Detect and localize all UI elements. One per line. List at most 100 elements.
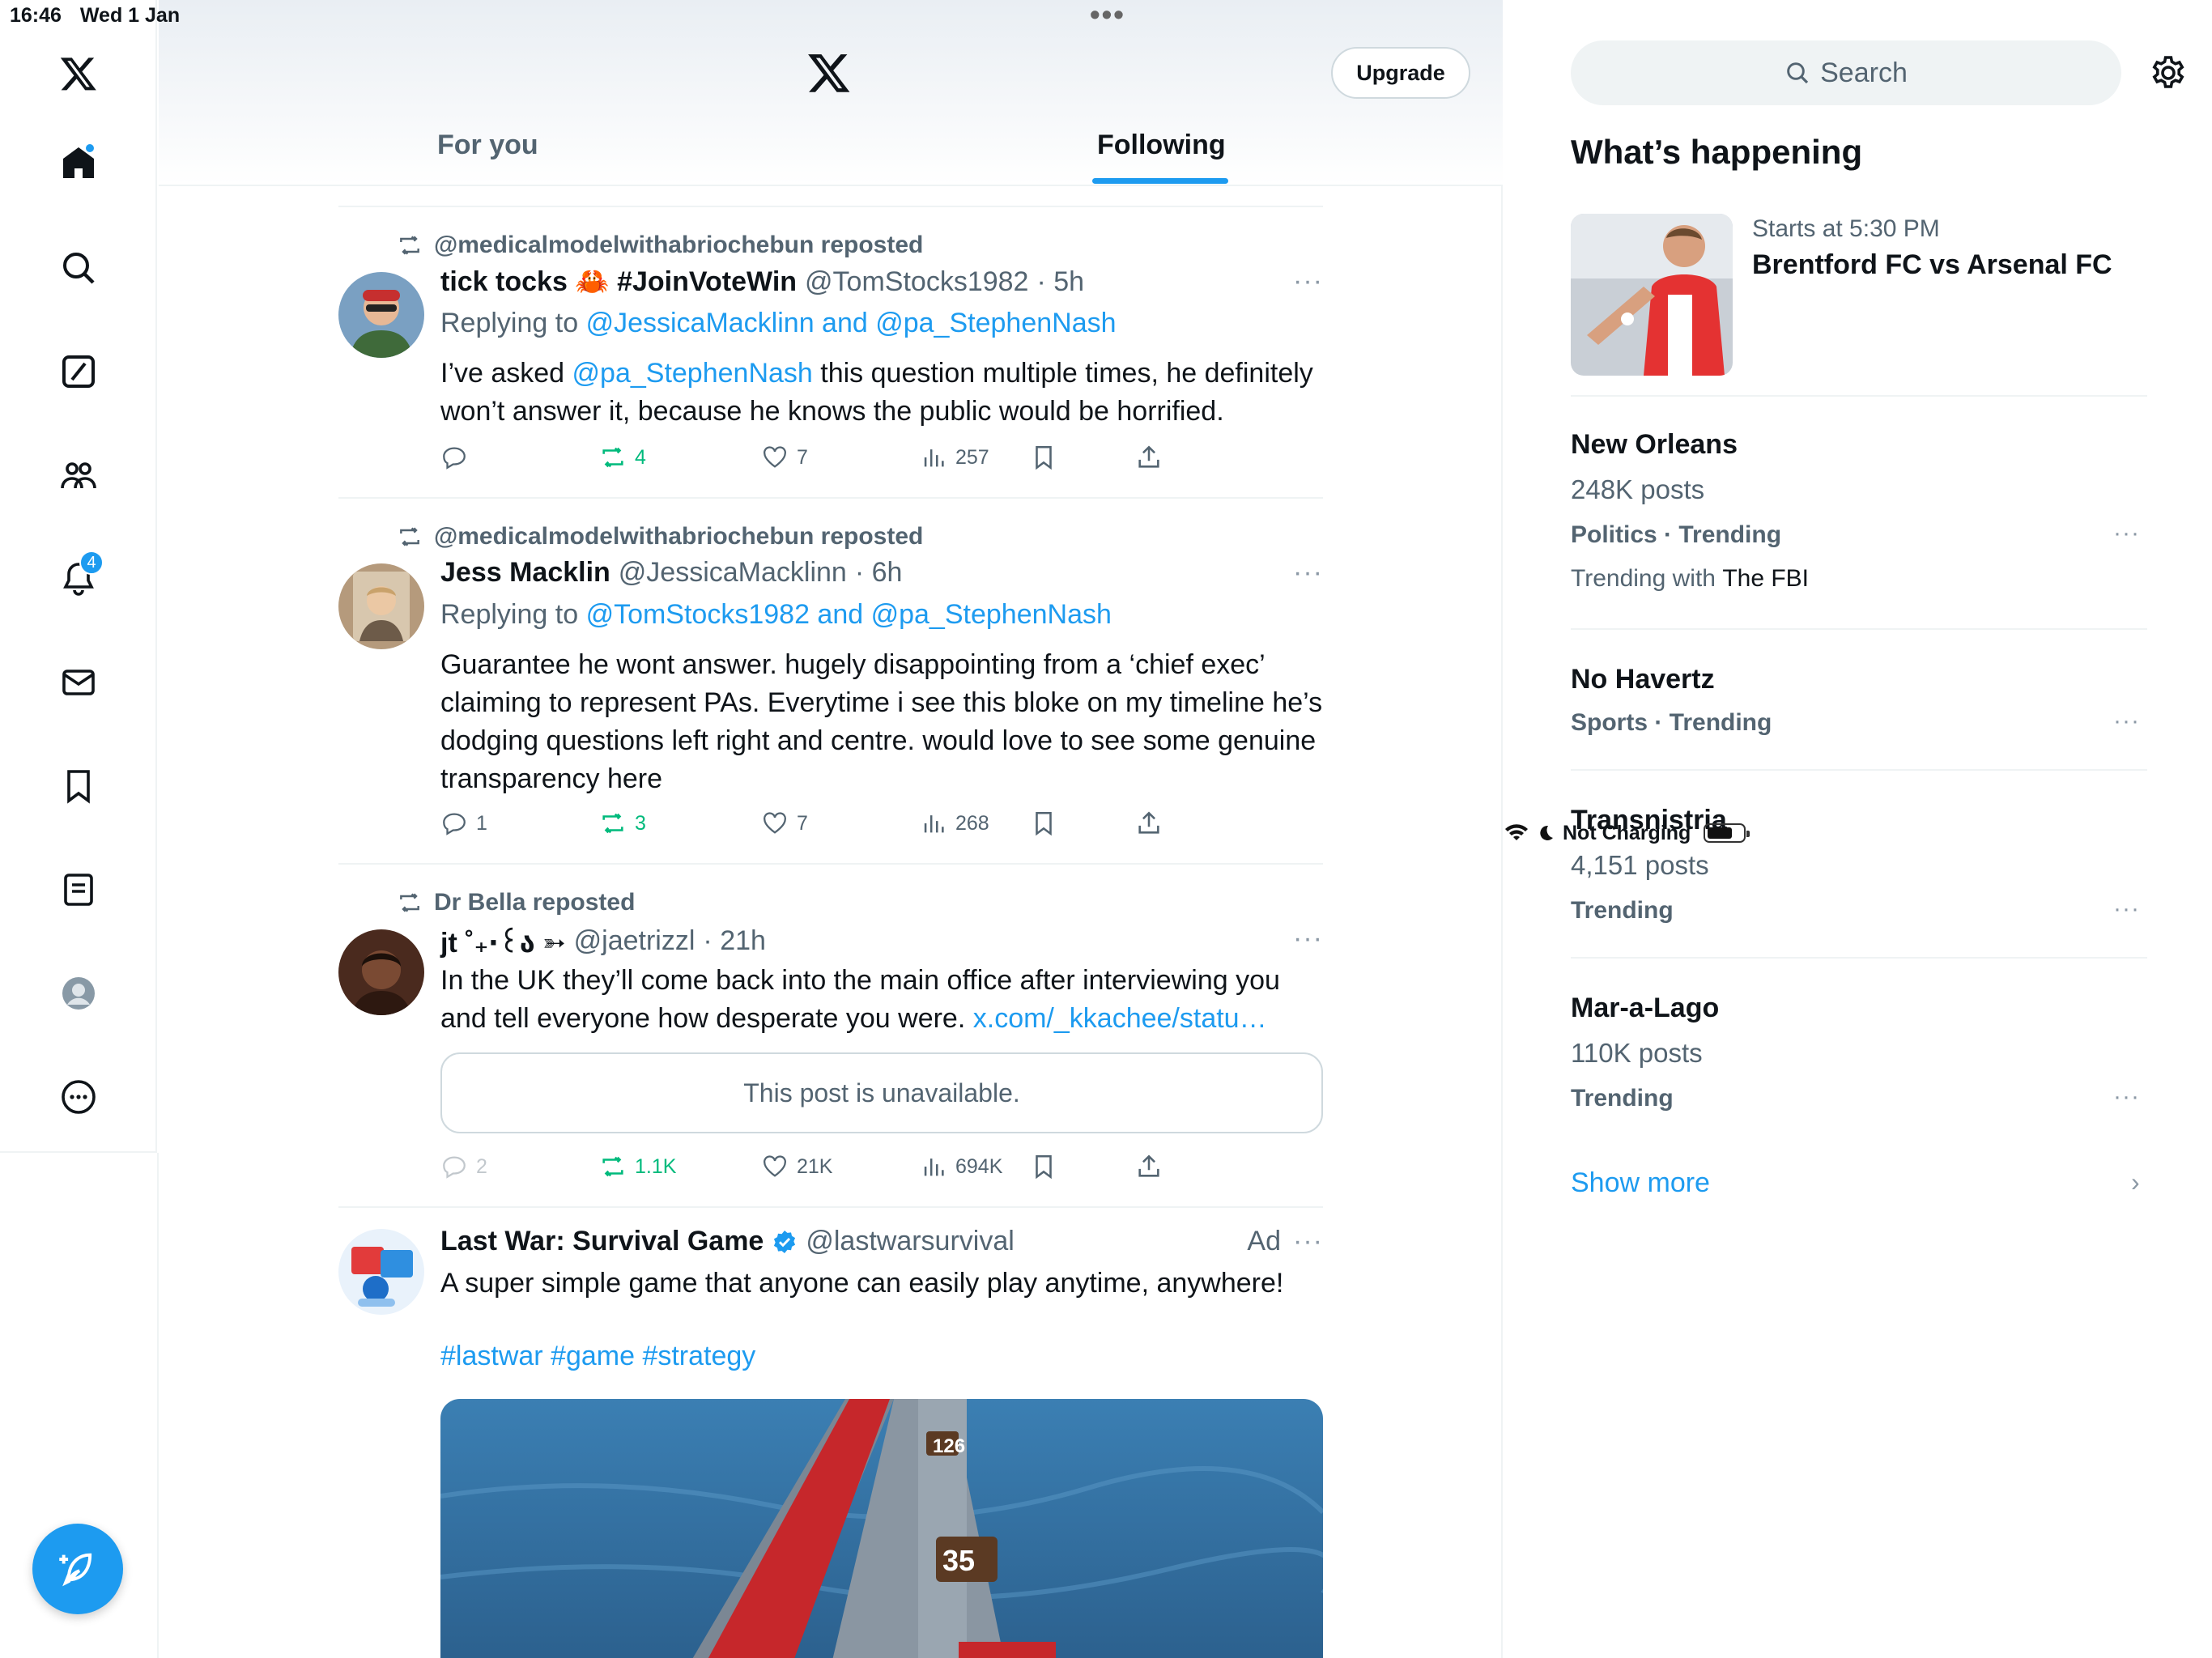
- reply-count: 2: [476, 1154, 487, 1178]
- bookmark-button[interactable]: [1030, 810, 1057, 837]
- reply-button[interactable]: [440, 444, 476, 471]
- ad-media-video[interactable]: 126 35: [440, 1399, 1323, 1658]
- like-button[interactable]: 21K: [761, 1153, 832, 1180]
- post-url-link[interactable]: x.com/_kkachee/statu…: [973, 1003, 1267, 1034]
- replying-mentions[interactable]: @TomStocks1982 and @pa_StephenNash: [586, 599, 1112, 630]
- notifications-badge: 4: [79, 551, 104, 575]
- notifications-bell-icon[interactable]: 4: [50, 551, 107, 607]
- author-handle[interactable]: @TomStocks1982: [805, 266, 1028, 298]
- status-date: Wed 1 Jan: [79, 4, 181, 27]
- post-header: jt ˚₊‧꒰ა ➳ @jaetrizzl · 21h: [440, 923, 766, 959]
- avatar[interactable]: [338, 929, 424, 1015]
- explore-search-icon[interactable]: [50, 240, 107, 296]
- post-header: Jess Macklin @JessicaMacklinn · 6h: [440, 557, 902, 589]
- post-text: A super simple game that anyone can easi…: [440, 1268, 1284, 1299]
- repost-button[interactable]: 3: [599, 810, 646, 837]
- repost-button[interactable]: 4: [599, 444, 646, 471]
- post-time: · 6h: [854, 557, 903, 588]
- views-button[interactable]: 268: [920, 810, 989, 837]
- post-item[interactable]: Dr Bella reposted jt ˚₊‧꒰ა ➳ @jaetrizzl …: [338, 863, 1323, 1206]
- home-icon[interactable]: [50, 134, 107, 191]
- author-handle[interactable]: @lastwarsurvival: [806, 1226, 1014, 1257]
- mention-link[interactable]: @pa_StephenNash: [572, 358, 813, 389]
- view-count: 257: [955, 445, 989, 469]
- x-logo-icon[interactable]: [806, 50, 852, 96]
- post-time: · 21h: [703, 925, 766, 956]
- views-chart-icon: [924, 815, 944, 833]
- replying-to: Replying to @JessicaMacklinn and @pa_Ste…: [440, 308, 1117, 339]
- replying-mentions[interactable]: @JessicaMacklinn and @pa_StephenNash: [586, 308, 1117, 338]
- bookmarks-icon[interactable]: [50, 758, 107, 814]
- ad-post-item[interactable]: Last War: Survival Game @lastwarsurvival…: [338, 1206, 1323, 1658]
- share-button[interactable]: [1135, 444, 1163, 471]
- repost-button[interactable]: 1.1K: [599, 1153, 676, 1180]
- compose-post-button[interactable]: [32, 1524, 123, 1614]
- like-count: 7: [797, 445, 808, 469]
- views-button[interactable]: 257: [920, 444, 989, 471]
- author-name[interactable]: Jess Macklin: [440, 557, 610, 589]
- post-more-button[interactable]: ···: [1293, 266, 1323, 297]
- like-count: 7: [797, 811, 808, 835]
- moon-icon: [1540, 825, 1553, 840]
- avatar[interactable]: [338, 1229, 424, 1315]
- repost-icon: [400, 527, 419, 546]
- share-icon: [1138, 1154, 1159, 1177]
- author-name[interactable]: tick tocks 🦀 #JoinVoteWin: [440, 266, 797, 298]
- author-handle[interactable]: @JessicaMacklinn: [619, 557, 847, 589]
- hashtag-links[interactable]: #lastwar #game #strategy: [440, 1341, 755, 1372]
- post-item[interactable]: @medicalmodelwithabriochebun reposted ti…: [338, 206, 1323, 497]
- post-more-button[interactable]: ···: [1293, 557, 1323, 589]
- status-bar: 16:46 Wed 1 Jan ••• Not Charging: [0, 0, 2212, 844]
- upgrade-button[interactable]: Upgrade: [1331, 47, 1470, 99]
- repost-icon: [602, 447, 623, 468]
- repost-context: @medicalmodelwithabriochebun reposted: [397, 523, 923, 551]
- like-button[interactable]: 7: [761, 810, 808, 837]
- reply-button[interactable]: 2: [440, 1153, 487, 1180]
- replying-prefix: Replying to: [440, 308, 579, 338]
- media-number: 126: [933, 1435, 965, 1457]
- avatar[interactable]: [338, 272, 424, 358]
- post-actions: 1 3 7 268: [440, 810, 1250, 842]
- main-timeline: Upgrade For you Following @medicalmodelw…: [159, 0, 1503, 1658]
- media-number: 35: [942, 1544, 975, 1577]
- avatar[interactable]: [338, 563, 424, 649]
- messages-envelope-icon[interactable]: [50, 654, 107, 711]
- profile-avatar-icon[interactable]: [50, 965, 107, 1022]
- author-name[interactable]: Last War: Survival Game: [440, 1226, 764, 1257]
- tab-for-you[interactable]: For you: [437, 130, 538, 161]
- grok-icon[interactable]: [50, 343, 107, 400]
- repost-icon: [602, 813, 623, 834]
- share-button[interactable]: [1135, 810, 1163, 837]
- communities-icon[interactable]: [50, 447, 107, 504]
- post-actions: 2 1.1K 21K 694K: [440, 1153, 1250, 1185]
- more-options-icon[interactable]: [50, 1069, 107, 1125]
- share-button[interactable]: [1135, 1153, 1163, 1180]
- views-chart-icon: [924, 449, 944, 467]
- active-tab-indicator: [1092, 178, 1228, 184]
- like-count: 21K: [797, 1154, 833, 1178]
- bookmark-button[interactable]: [1030, 1153, 1057, 1180]
- tab-following[interactable]: Following: [1097, 130, 1226, 161]
- post-more-button[interactable]: ···: [1293, 923, 1323, 954]
- post-item[interactable]: @medicalmodelwithabriochebun reposted Je…: [338, 497, 1323, 863]
- verified-badge-icon: [774, 1230, 796, 1253]
- views-button[interactable]: 694K: [920, 1153, 1002, 1180]
- x-logo-icon[interactable]: [50, 45, 107, 102]
- repost-icon: [602, 1156, 623, 1177]
- ad-label: Ad: [1247, 1226, 1281, 1256]
- like-button[interactable]: 7: [761, 444, 808, 471]
- status-time: 16:46: [10, 4, 62, 27]
- view-count: 694K: [955, 1154, 1003, 1178]
- quoted-post-unavailable: This post is unavailable.: [440, 1052, 1323, 1133]
- views-chart-icon: [924, 1158, 944, 1176]
- post-text: I’ve asked @pa_StephenNash this question…: [440, 355, 1323, 431]
- bookmark-button[interactable]: [1030, 444, 1057, 471]
- lists-icon[interactable]: [50, 861, 107, 918]
- post-more-button[interactable]: ···: [1293, 1226, 1323, 1257]
- reply-button[interactable]: 1: [440, 810, 487, 837]
- post-text-part: I’ve asked: [440, 358, 572, 389]
- author-handle[interactable]: @jaetrizzl: [574, 925, 696, 957]
- repost-context: @medicalmodelwithabriochebun reposted: [397, 232, 923, 259]
- multitasking-dots[interactable]: •••: [1090, 0, 1125, 29]
- author-name[interactable]: jt ˚₊‧꒰ა ➳: [440, 923, 566, 959]
